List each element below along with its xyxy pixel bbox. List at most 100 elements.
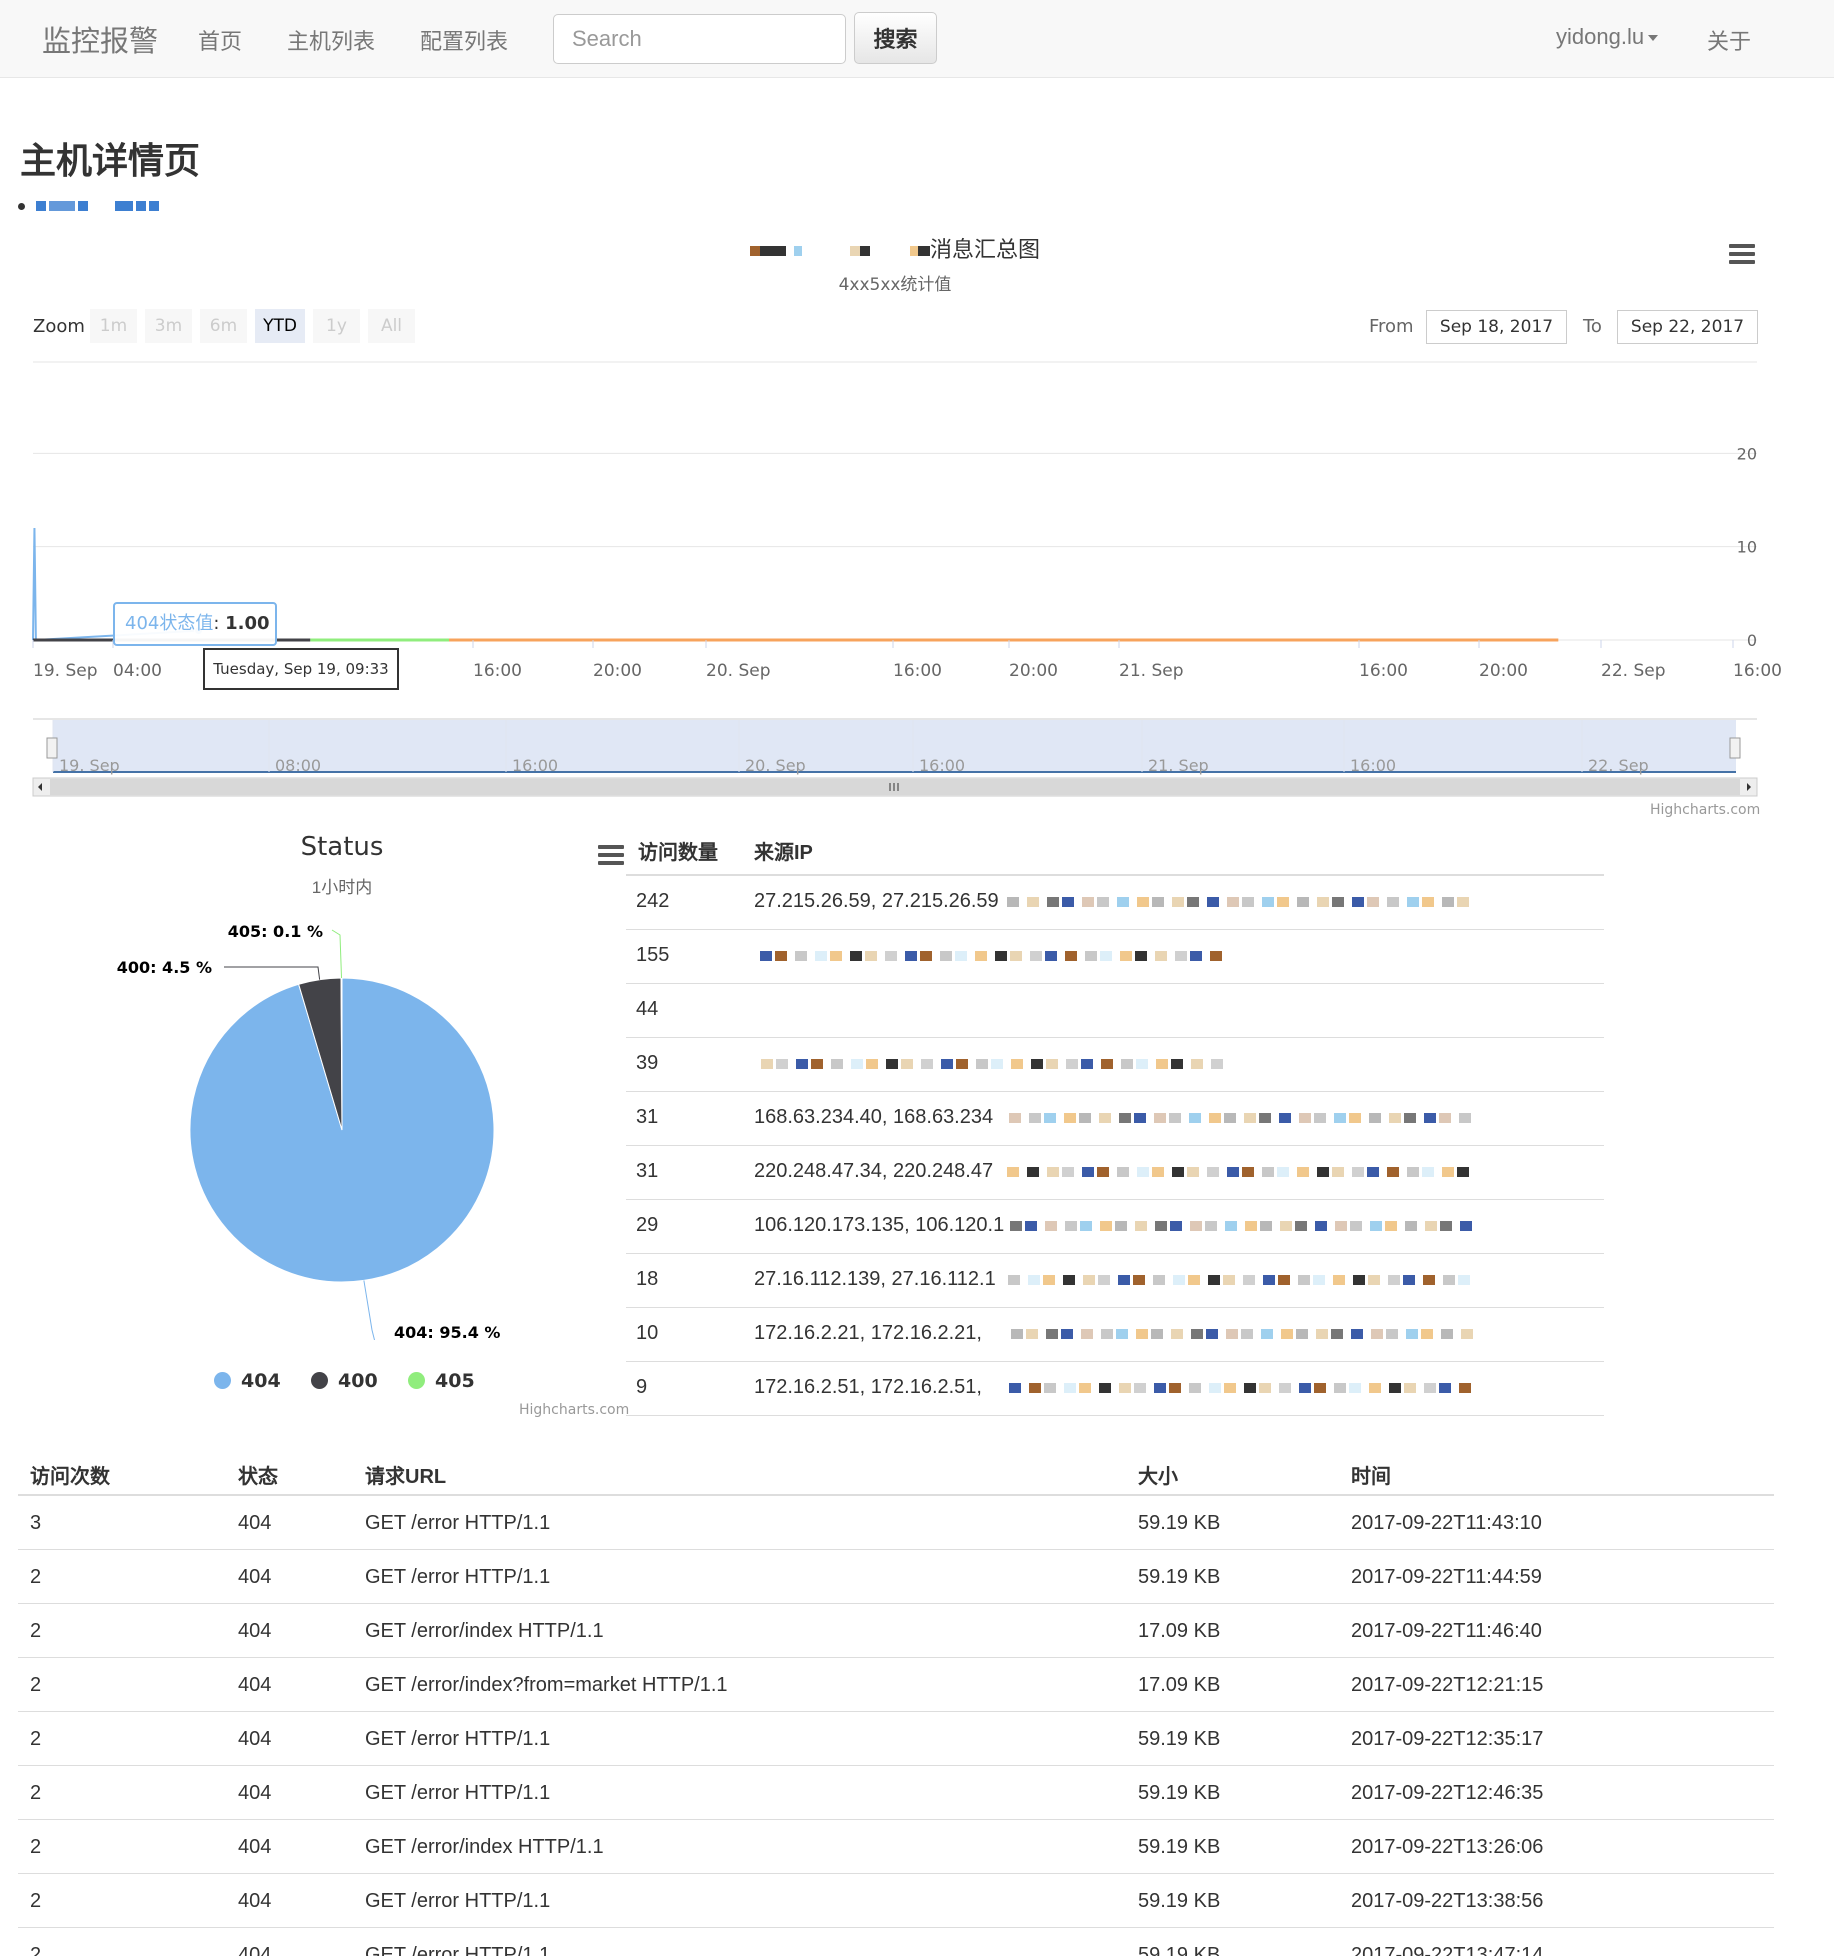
request-time-cell: 2017-09-22T11:46:40	[1351, 1620, 1542, 1642]
navigator-tick-label: 20. Sep	[745, 756, 806, 775]
nav-link-config-list[interactable]: 配置列表	[420, 24, 508, 56]
redacted-ip-strip	[1007, 1380, 1507, 1396]
stock-chart-plot[interactable]: 0 10 20 19. Sep 04:00 16:00 20:00 20. Sep 16:00 2…	[0, 350, 1834, 830]
x-tick-label: 16:00	[893, 661, 942, 681]
req-header-time: 时间	[1351, 1466, 1391, 1488]
request-time-cell: 2017-09-22T12:21:15	[1351, 1674, 1544, 1696]
request-table-row: 2 404 GET /error/index?from=market HTTP/1.…	[18, 1658, 1774, 1712]
request-count-cell: 2	[30, 1674, 42, 1696]
x-tick-label: 20:00	[1009, 661, 1058, 681]
request-table-row: 2 404 GET /error HTTP/1.1 59.19 KB 2017-09-2…	[18, 1766, 1774, 1820]
request-url-cell: GET /error HTTP/1.1	[365, 1944, 551, 1956]
request-size-cell: 59.19 KB	[1138, 1512, 1221, 1534]
legend-label-404: 404	[241, 1370, 281, 1392]
brand-logo[interactable]: 监控报警	[42, 18, 158, 60]
ip-table-row: 44	[626, 984, 1604, 1038]
search-input[interactable]	[553, 14, 846, 64]
pie-data-label-404: 404: 95.4 %	[394, 1323, 500, 1340]
pie-connector-404	[363, 1280, 376, 1340]
request-table-header: 访问次数 状态 请求URL 大小 时间	[18, 1446, 1774, 1496]
legend-item-400[interactable]: 400	[311, 1370, 378, 1392]
zoom-6m-button[interactable]: 6m	[200, 309, 247, 343]
range-to-input[interactable]: Sep 22, 2017	[1617, 310, 1758, 344]
y-tick-label: 10	[1737, 538, 1757, 557]
ip-count-cell: 155	[636, 944, 670, 966]
ip-header-source: 来源IP	[754, 842, 813, 864]
chart-menu-icon[interactable]	[1729, 244, 1755, 268]
ip-table-row: 10 172.16.2.21, 172.16.2.21,	[626, 1308, 1604, 1362]
tooltip-series-label: 404状态值	[125, 613, 214, 634]
redacted-ip-strip	[1007, 894, 1507, 910]
request-status-cell: 404	[238, 1620, 272, 1642]
ip-count-cell: 242	[636, 890, 670, 912]
request-count-cell: 2	[30, 1836, 42, 1858]
pie-menu-icon[interactable]	[598, 845, 624, 869]
navigator-tick-label: 22. Sep	[1588, 756, 1649, 775]
request-count-cell: 2	[30, 1782, 42, 1804]
redacted-title-prefix	[749, 246, 930, 257]
x-tick-label: 16:00	[1733, 661, 1782, 681]
request-url-cell: GET /error HTTP/1.1	[365, 1728, 551, 1750]
ip-source-cell: 172.16.2.21, 172.16.2.21,	[754, 1322, 982, 1344]
zoom-3m-button[interactable]: 3m	[145, 309, 192, 343]
navigator-tick-label: 16:00	[1350, 756, 1396, 775]
legend-item-405[interactable]: 405	[408, 1370, 475, 1392]
zoom-all-button[interactable]: All	[368, 309, 415, 343]
y-tick-label: 0	[1747, 631, 1757, 650]
legend-dot-405	[408, 1372, 425, 1389]
request-table-row: 2 404 GET /error/index HTTP/1.1 59.19 KB 201…	[18, 1820, 1774, 1874]
nav-link-host-list[interactable]: 主机列表	[287, 24, 375, 56]
ip-count-cell: 9	[636, 1376, 648, 1398]
ip-table-row: 31 220.248.47.34, 220.248.47	[626, 1146, 1604, 1200]
scrollbar-thumb	[50, 779, 1740, 795]
stock-chart-credits[interactable]: Highcharts.com	[1650, 802, 1760, 818]
x-tick-label: 20:00	[593, 661, 642, 681]
zoom-1m-button[interactable]: 1m	[90, 309, 137, 343]
request-status-cell: 404	[238, 1836, 272, 1858]
request-url-cell: GET /error/index HTTP/1.1	[365, 1836, 604, 1858]
host-bullet	[18, 203, 25, 210]
nav-link-home[interactable]: 首页	[198, 24, 242, 56]
zoom-ytd-button[interactable]: YTD	[255, 309, 305, 343]
search-button[interactable]: 搜索	[854, 12, 937, 64]
navigator-handle-right	[1729, 737, 1741, 759]
request-size-cell: 59.19 KB	[1138, 1728, 1221, 1750]
request-time-cell: 2017-09-22T13:26:06	[1351, 1836, 1544, 1858]
range-to-label: To	[1583, 316, 1602, 337]
pie-chart-plot: 404: 95.4 % 400: 4.5 % 405: 0.1 %	[117, 922, 500, 1340]
request-url-cell: GET /error HTTP/1.1	[365, 1782, 551, 1804]
redacted-ip-strip	[1007, 1110, 1507, 1126]
request-time-cell: 2017-09-22T12:35:17	[1351, 1728, 1544, 1750]
redacted-ip-strip	[1007, 1326, 1507, 1342]
request-count-cell: 2	[30, 1566, 42, 1588]
request-size-cell: 59.19 KB	[1138, 1944, 1221, 1956]
user-dropdown[interactable]: yidong.lu	[1556, 24, 1659, 50]
nav-link-about[interactable]: 关于	[1707, 24, 1751, 56]
range-from-input[interactable]: Sep 18, 2017	[1426, 310, 1567, 344]
x-tick-label: 16:00	[473, 661, 522, 681]
legend-item-404[interactable]: 404	[214, 1370, 281, 1392]
x-tick-label: 19. Sep	[33, 661, 97, 681]
request-size-cell: 59.19 KB	[1138, 1890, 1221, 1912]
x-tick-label: 16:00	[1359, 661, 1408, 681]
request-table-row: 3 404 GET /error HTTP/1.1 59.19 KB 2017-09-2…	[18, 1496, 1774, 1550]
request-status-cell: 404	[238, 1566, 272, 1588]
redacted-ip-strip	[1007, 1272, 1507, 1288]
request-status-cell: 404	[238, 1890, 272, 1912]
zoom-1y-button[interactable]: 1y	[313, 309, 360, 343]
pie-chart-credits[interactable]: Highcharts.com	[519, 1402, 629, 1418]
pie-connector-405	[331, 929, 343, 979]
request-count-cell: 2	[30, 1944, 42, 1956]
x-tick-label: 21. Sep	[1119, 661, 1183, 681]
req-header-count: 访问次数	[30, 1466, 110, 1488]
tooltip-value: 1.00	[225, 613, 270, 634]
request-table-row: 2 404 GET /error HTTP/1.1 59.19 KB 2017-09-2…	[18, 1712, 1774, 1766]
ip-count-cell: 31	[636, 1160, 659, 1182]
request-status-cell: 404	[238, 1674, 272, 1696]
request-url-cell: GET /error HTTP/1.1	[365, 1566, 551, 1588]
request-table-row: 2 404 GET /error HTTP/1.1 59.19 KB 2017-09-2…	[18, 1928, 1774, 1956]
request-time-cell: 2017-09-22T12:46:35	[1351, 1782, 1544, 1804]
redacted-ip-strip	[761, 1056, 1507, 1072]
navigator-tick-label: 19. Sep	[59, 756, 120, 775]
x-tick-label: 20:00	[1479, 661, 1528, 681]
